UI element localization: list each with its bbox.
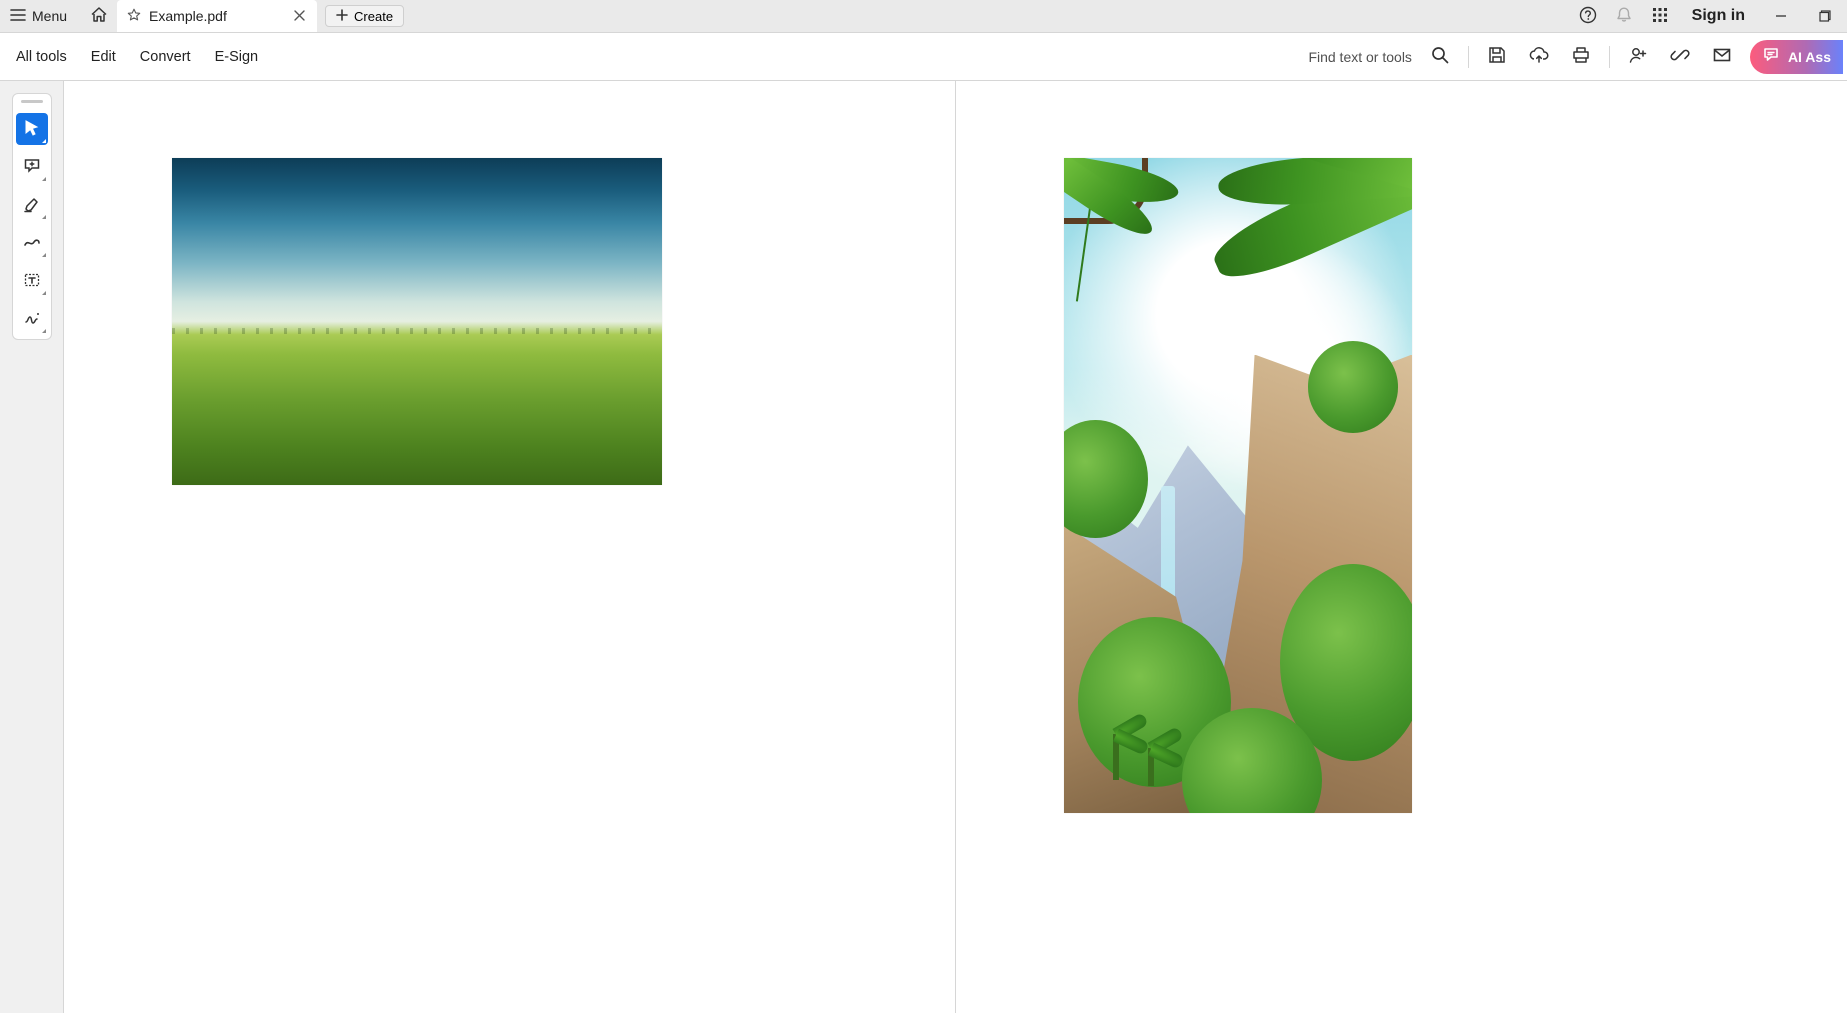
create-button[interactable]: Create — [325, 5, 404, 27]
toolbar-item-label: E-Sign — [215, 49, 259, 65]
fill-sign-tool[interactable] — [16, 303, 48, 335]
toolbar-item-esign[interactable]: E-Sign — [203, 33, 271, 80]
toolbar-item-label: Edit — [91, 49, 116, 65]
window-maximize-button[interactable] — [1803, 0, 1847, 33]
home-icon — [90, 6, 108, 27]
comment-icon — [23, 157, 41, 178]
help-button[interactable] — [1570, 0, 1606, 33]
find-label: Find text or tools — [1308, 49, 1412, 65]
page-1-image — [172, 158, 662, 485]
sign-in-button[interactable]: Sign in — [1678, 0, 1759, 32]
link-button[interactable] — [1660, 37, 1700, 77]
page-1[interactable] — [64, 81, 955, 1013]
ai-chat-icon — [1762, 46, 1780, 67]
palette-grip[interactable] — [21, 100, 43, 103]
sign-in-label: Sign in — [1692, 7, 1745, 25]
text-box-tool[interactable] — [16, 265, 48, 297]
link-icon — [1670, 45, 1690, 68]
apps-button[interactable] — [1642, 0, 1678, 33]
create-button-label: Create — [354, 9, 393, 24]
draw-freehand-icon — [23, 233, 41, 254]
home-button[interactable] — [81, 0, 117, 32]
draw-tool[interactable] — [16, 227, 48, 259]
ai-assistant-label: AI Ass — [1788, 49, 1831, 65]
highlighter-icon — [23, 195, 41, 216]
toolbar-item-convert[interactable]: Convert — [128, 33, 203, 80]
print-icon — [1571, 45, 1591, 68]
toolbar-item-label: Convert — [140, 49, 191, 65]
email-button[interactable] — [1702, 37, 1742, 77]
toolbar-item-edit[interactable]: Edit — [79, 33, 128, 80]
quick-tools-palette — [12, 93, 52, 340]
window-minimize-button[interactable] — [1759, 0, 1803, 33]
search-icon — [1430, 45, 1450, 68]
maximize-icon — [1819, 9, 1831, 25]
document-tab-title: Example.pdf — [149, 8, 227, 24]
mail-icon — [1712, 45, 1732, 68]
cloud-upload-icon — [1529, 45, 1549, 68]
page-spread — [0, 81, 1847, 1013]
toolbar-separator — [1609, 46, 1610, 68]
toolbar-item-label: All tools — [16, 49, 67, 65]
toolbar: All tools Edit Convert E-Sign Find text … — [0, 33, 1847, 81]
text-box-icon — [23, 271, 41, 292]
plus-icon — [336, 9, 348, 24]
select-tool[interactable] — [16, 113, 48, 145]
app-menu-label: Menu — [32, 8, 67, 24]
workspace — [0, 81, 1847, 1013]
bell-icon — [1615, 6, 1633, 27]
document-tab[interactable]: Example.pdf — [117, 0, 317, 32]
apps-grid-icon — [1651, 6, 1669, 27]
upload-button[interactable] — [1519, 37, 1559, 77]
titlebar: Menu Example.pdf Create — [0, 0, 1847, 33]
star-outline-icon — [127, 8, 141, 25]
notifications-button[interactable] — [1606, 0, 1642, 33]
print-button[interactable] — [1561, 37, 1601, 77]
add-person-icon — [1628, 45, 1648, 68]
help-icon — [1579, 6, 1597, 27]
share-add-button[interactable] — [1618, 37, 1658, 77]
close-icon — [294, 8, 305, 24]
toolbar-separator — [1468, 46, 1469, 68]
cursor-icon — [23, 119, 41, 140]
ai-assistant-button[interactable]: AI Ass — [1750, 40, 1843, 74]
highlight-tool[interactable] — [16, 189, 48, 221]
signature-icon — [23, 309, 41, 330]
save-button[interactable] — [1477, 37, 1517, 77]
hamburger-icon — [10, 7, 26, 26]
toolbar-item-all-tools[interactable]: All tools — [4, 33, 79, 80]
page-2[interactable] — [956, 81, 1847, 1013]
save-icon — [1487, 45, 1507, 68]
page-2-image — [1064, 158, 1412, 813]
tab-close-button[interactable] — [289, 6, 309, 26]
comment-tool[interactable] — [16, 151, 48, 183]
minimize-icon — [1775, 9, 1787, 25]
find-button[interactable] — [1420, 37, 1460, 77]
app-menu-button[interactable]: Menu — [0, 0, 81, 32]
